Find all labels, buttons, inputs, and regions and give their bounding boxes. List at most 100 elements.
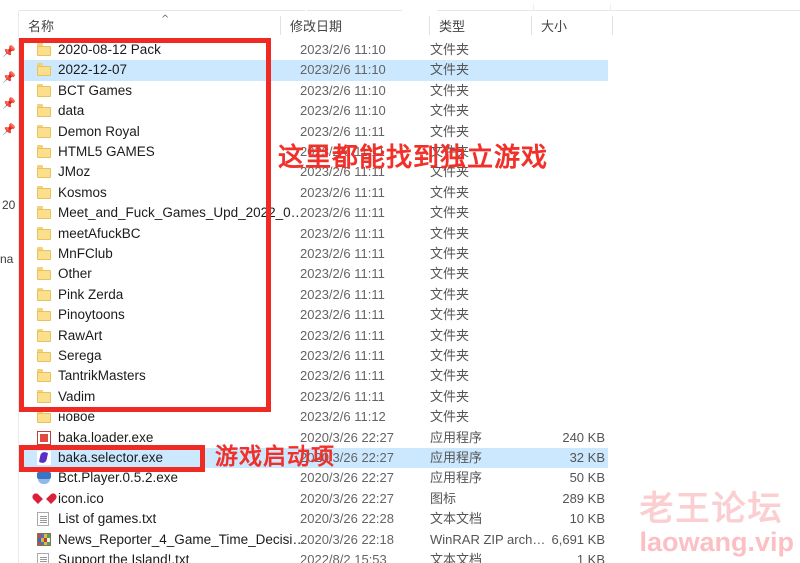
file-row[interactable]: Other 2023/2/6 11:11 文件夹	[19, 264, 800, 284]
winrar-icon-glyph	[37, 532, 51, 546]
file-row[interactable]: BCT Games 2023/2/6 11:10 文件夹	[19, 81, 800, 101]
pin-icon: 📌	[2, 72, 16, 84]
file-name: List of games.txt	[58, 511, 157, 527]
file-type: 文件夹	[430, 409, 470, 425]
folder-icon	[37, 185, 52, 200]
folder-icon	[37, 104, 52, 118]
annotation-text-selector: 游戏启动项	[215, 444, 335, 470]
annotation-text-folders: 这里都能找到独立游戏	[278, 143, 549, 173]
file-row[interactable]: Pinoytoons 2023/2/6 11:11 文件夹	[19, 305, 800, 325]
file-row[interactable]: Kosmos 2023/2/6 11:11 文件夹	[19, 183, 800, 203]
file-row[interactable]: Demon Royal 2023/2/6 11:11 文件夹	[19, 122, 800, 142]
file-row[interactable]: Support the Island!.txt 2022/8/2 15:53 文本文…	[19, 550, 800, 563]
folder-icon-glyph	[37, 267, 52, 281]
file-date-modified: 2023/2/6 11:11	[300, 368, 385, 384]
file-type: 文件夹	[430, 103, 470, 119]
file-type: 文件夹	[430, 225, 470, 241]
file-date-modified: 2023/2/6 11:11	[300, 205, 385, 221]
file-name: Bct.Player.0.5.2.exe	[58, 470, 179, 486]
folder-icon-glyph	[37, 124, 52, 138]
file-date-modified: 2020/3/26 22:27	[300, 490, 394, 506]
folder-icon-glyph	[37, 389, 52, 403]
folder-icon	[37, 389, 52, 404]
folder-icon	[37, 206, 52, 220]
pin-icon: 📌	[2, 124, 16, 136]
column-divider[interactable]	[612, 16, 613, 35]
file-type: 文件夹	[430, 205, 470, 221]
file-name: BCT Games	[58, 82, 133, 98]
toolbar-bottom-edge	[0, 0, 800, 11]
file-name: HTML5 GAMES	[58, 144, 155, 159]
file-row[interactable]: meetAfuckBC 2023/2/6 11:11 文件夹	[19, 224, 800, 244]
file-name: Vadim	[58, 388, 96, 404]
folder-icon	[37, 63, 52, 77]
sort-ascending-icon: ^	[161, 14, 170, 25]
file-type: 文件夹	[430, 327, 470, 343]
folder-icon-glyph	[37, 369, 52, 383]
file-row[interactable]: News_Reporter_4_Game_Time_Decisi… 2020/3/…	[19, 530, 800, 550]
file-name: Serega	[58, 348, 102, 363]
file-name: TantrikMasters	[58, 368, 146, 384]
file-size: 240 KB	[562, 429, 605, 445]
file-type: 应用程序	[430, 450, 483, 465]
folder-icon	[37, 83, 52, 98]
file-date-modified: 2023/2/6 11:10	[300, 42, 386, 57]
file-type: 文件夹	[430, 42, 470, 57]
file-row[interactable]: Vadim 2023/2/6 11:11 文件夹	[19, 387, 800, 407]
file-row[interactable]: data 2023/2/6 11:10 文件夹	[19, 101, 800, 121]
folder-icon	[37, 267, 52, 281]
navigation-pane[interactable]: 📌 📌 📌 📌 20 na	[0, 11, 19, 563]
column-header-type[interactable]: 类型	[430, 11, 531, 40]
exe-purple-icon	[37, 451, 52, 465]
text-file-icon-glyph	[37, 553, 49, 563]
file-list[interactable]: 2020-08-12 Pack 2023/2/6 11:10 文件夹 2022-12-…	[19, 40, 800, 563]
file-row[interactable]: baka.loader.exe 2020/3/26 22:27 应用程序 240 KB	[19, 428, 800, 448]
folder-icon-glyph	[37, 63, 52, 77]
exe-purple-icon-glyph	[37, 451, 51, 465]
folder-icon-glyph	[37, 83, 52, 97]
column-header-bar: 名称 ^ 修改日期 类型 大小	[19, 11, 800, 41]
nav-item-label-fragment: 20	[2, 198, 16, 212]
text-file-icon	[37, 553, 52, 563]
file-row[interactable]: 2020-08-12 Pack 2023/2/6 11:10 文件夹	[19, 40, 800, 60]
folder-icon	[37, 349, 52, 363]
file-date-modified: 2020/3/26 22:28	[300, 511, 394, 527]
folder-icon-glyph	[37, 165, 52, 179]
file-date-modified: 2023/2/6 11:11	[300, 307, 385, 323]
folder-icon	[37, 124, 52, 139]
column-header-name[interactable]: 名称	[19, 11, 281, 40]
file-name: baka.selector.exe	[58, 450, 164, 465]
file-row[interactable]: Meet_and_Fuck_Games_Upd_2022_0… 2023/2/6 …	[19, 203, 800, 223]
file-row[interactable]: Pink Zerda 2023/2/6 11:11 文件夹	[19, 285, 800, 305]
file-type: 图标	[430, 490, 457, 506]
folder-icon-glyph	[37, 145, 52, 158]
folder-icon	[37, 43, 52, 57]
file-row[interactable]: TantrikMasters 2023/2/6 11:11 文件夹	[19, 366, 800, 386]
file-name: data	[58, 103, 85, 119]
folder-icon	[37, 165, 52, 179]
file-name: Other	[58, 266, 92, 282]
exe-red-icon-glyph	[37, 430, 51, 445]
file-name: icon.ico	[58, 490, 104, 506]
file-date-modified: 2023/2/6 11:10	[300, 82, 386, 98]
file-row[interactable]: MnFClub 2023/2/6 11:11 文件夹	[19, 244, 800, 264]
file-name: News_Reporter_4_Game_Time_Decisi…	[58, 531, 306, 547]
file-row[interactable]: Serega 2023/2/6 11:11 文件夹	[19, 346, 800, 366]
file-row[interactable]: новое 2023/2/6 11:12 文件夹	[19, 407, 800, 427]
file-type: 应用程序	[430, 470, 483, 486]
file-row[interactable]: List of games.txt 2020/3/26 22:28 文本文档 10 K…	[19, 509, 800, 529]
file-row[interactable]: RawArt 2023/2/6 11:11 文件夹	[19, 326, 800, 346]
file-row[interactable]: icon.ico 2020/3/26 22:27 图标 289 KB	[19, 489, 800, 509]
file-row[interactable]: Bct.Player.0.5.2.exe 2020/3/26 22:27 应用程序 5…	[19, 468, 800, 488]
column-header-date-modified[interactable]: 修改日期	[281, 11, 429, 40]
folder-icon	[37, 226, 52, 241]
file-type: 文件夹	[430, 307, 470, 323]
column-header-size[interactable]: 大小	[532, 11, 612, 40]
file-name: Pink Zerda	[58, 286, 124, 302]
folder-icon	[37, 410, 52, 424]
folder-icon-glyph	[37, 247, 52, 260]
file-row[interactable]: baka.selector.exe 2020/3/26 22:27 应用程序 32 K…	[19, 448, 800, 469]
file-type: 文件夹	[430, 246, 470, 261]
file-name: MnFClub	[58, 246, 113, 261]
file-row[interactable]: 2022-12-07 2023/2/6 11:10 文件夹	[19, 60, 800, 81]
